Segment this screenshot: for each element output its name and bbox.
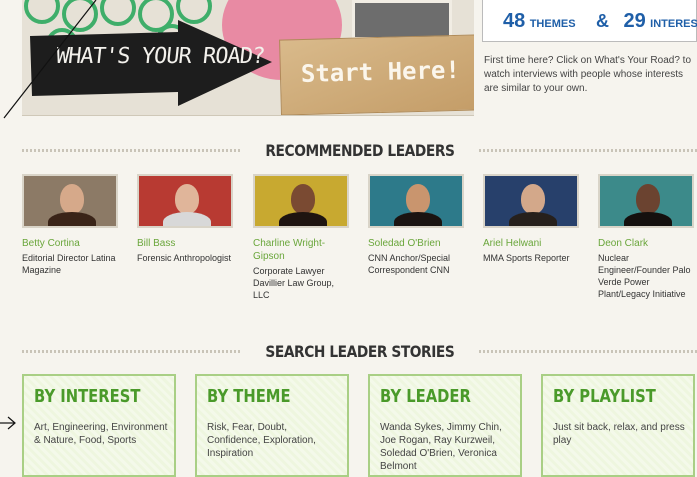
start-here-button[interactable]: Start Here! [279, 34, 474, 115]
recommended-leaders-title: RECOMMENDED LEADERS [264, 140, 455, 160]
interests-label[interactable]: INTERESTS [650, 18, 697, 30]
recommended-leaders-heading: RECOMMENDED LEADERS [22, 140, 697, 160]
leader-role: CNN Anchor/Special Correspondent CNN [368, 253, 451, 275]
search-box-text: Art, Engineering, Environment & Nature, … [34, 422, 168, 446]
divider [22, 148, 240, 152]
stats-panel: 48 THEMES & 29 INTERESTS [482, 0, 697, 42]
search-by-playlist[interactable]: BY PLAYLIST Just sit back, relax, and pr… [541, 374, 695, 477]
search-box-title[interactable]: BY INTEREST [34, 386, 140, 407]
intro-text: First time here? Click on What's Your Ro… [484, 55, 692, 94]
leader-card[interactable]: Ariel Helwani MMA Sports Reporter [483, 174, 583, 264]
leader-role: Editorial Director Latina Magazine [22, 253, 116, 275]
leader-photo[interactable] [483, 174, 579, 228]
search-by-theme[interactable]: BY THEME Risk, Fear, Doubt, Confidence, … [195, 374, 349, 477]
leader-card[interactable]: Bill Bass Forensic Anthropologist [137, 174, 237, 264]
leader-card[interactable]: Deon Clark Nuclear Engineer/Founder Palo… [598, 174, 697, 300]
search-box-text: Just sit back, relax, and press play [553, 422, 685, 446]
leader-name[interactable]: Ariel Helwani [483, 237, 583, 250]
hero-banner: WHAT'S YOUR ROAD? Start Here! [22, 0, 474, 116]
search-box-text: Risk, Fear, Doubt, Confidence, Explorati… [207, 422, 316, 459]
leader-name[interactable]: Betty Cortina [22, 237, 122, 250]
search-leader-stories-title: SEARCH LEADER STORIES [265, 341, 454, 361]
leader-card[interactable]: Betty Cortina Editorial Director Latina … [22, 174, 122, 276]
leader-name[interactable]: Deon Clark [598, 237, 697, 250]
divider [479, 349, 697, 353]
leader-name[interactable]: Soledad O'Brien [368, 237, 468, 250]
themes-label[interactable]: THEMES [530, 18, 576, 30]
leader-role: Corporate Lawyer Davillier Law Group, LL… [253, 266, 335, 300]
leader-role: Forensic Anthropologist [137, 253, 232, 263]
divider [479, 148, 697, 152]
search-by-leader[interactable]: BY LEADER Wanda Sykes, Jimmy Chin, Joe R… [368, 374, 522, 477]
search-box-title[interactable]: BY THEME [207, 386, 291, 407]
start-here-label: Start Here! [300, 55, 461, 89]
leader-card[interactable]: Soledad O'Brien CNN Anchor/Special Corre… [368, 174, 468, 276]
search-leader-stories-heading: SEARCH LEADER STORIES [22, 341, 697, 361]
search-box-text: Wanda Sykes, Jimmy Chin, Joe Rogan, Ray … [380, 422, 502, 472]
leader-photo[interactable] [22, 174, 118, 228]
leader-role: MMA Sports Reporter [483, 253, 570, 263]
ampersand: & [596, 11, 609, 31]
themes-count: 48 [503, 10, 526, 32]
search-box-title[interactable]: BY PLAYLIST [553, 386, 656, 407]
whats-your-road-label[interactable]: WHAT'S YOUR ROAD? [55, 44, 266, 69]
leader-photo[interactable] [137, 174, 233, 228]
divider [22, 349, 240, 353]
leader-card[interactable]: Charline Wright-Gipson Corporate Lawyer … [253, 174, 353, 301]
leader-name[interactable]: Bill Bass [137, 237, 237, 250]
search-box-title[interactable]: BY LEADER [380, 386, 471, 407]
leader-photo[interactable] [598, 174, 694, 228]
leader-role: Nuclear Engineer/Founder Palo Verde Powe… [598, 253, 691, 299]
hero-photo [352, 0, 452, 40]
leader-list: Betty Cortina Editorial Director Latina … [22, 174, 697, 319]
leader-name[interactable]: Charline Wright-Gipson [253, 237, 353, 263]
interests-count: 29 [623, 10, 646, 32]
leader-photo[interactable] [253, 174, 349, 228]
annotation-arrow-icon [7, 416, 16, 430]
leader-photo[interactable] [368, 174, 464, 228]
search-by-interest[interactable]: BY INTEREST Art, Engineering, Environmen… [22, 374, 176, 477]
